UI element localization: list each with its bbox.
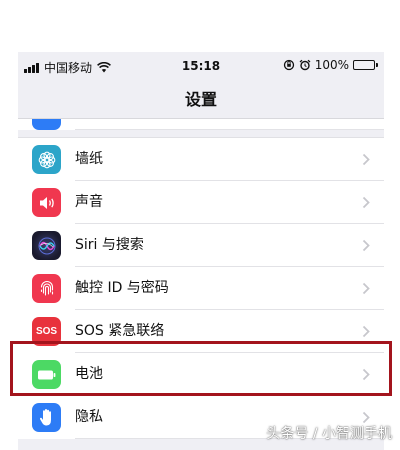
chevron-right-icon [362, 196, 370, 209]
chevron-right-icon [362, 325, 370, 338]
speaker-icon [32, 188, 61, 217]
sos-icon-text: SOS [35, 326, 58, 337]
settings-item-label: 墙纸 [75, 151, 103, 167]
flower-icon [32, 145, 61, 174]
settings-list: 墙纸 声音 Siri 与搜索 触控 ID 与密码 SOS SOS 紧急联络 电池… [18, 119, 384, 439]
phone-screen: 中国移动 15:18 100% 设置 墙纸 声音 Siri 与搜索 触控 ID … [18, 52, 384, 450]
settings-item-label: Siri 与搜索 [75, 237, 144, 253]
display-brightness-icon [32, 119, 61, 130]
list-item-partial[interactable] [18, 119, 384, 130]
status-right: 100% [283, 58, 378, 72]
group-gap [18, 130, 384, 138]
watermark: 头条号 / 小智测手机 [266, 426, 392, 442]
settings-item-siri[interactable]: Siri 与搜索 [18, 224, 384, 267]
settings-item-sounds[interactable]: 声音 [18, 181, 384, 224]
alarm-icon [299, 59, 311, 71]
battery-icon [32, 360, 61, 389]
settings-item-label: 声音 [75, 194, 103, 210]
siri-icon [32, 231, 61, 260]
fingerprint-icon [32, 274, 61, 303]
settings-item-label: 触控 ID 与密码 [75, 280, 169, 296]
status-bar: 中国移动 15:18 100% [18, 52, 384, 80]
chevron-right-icon [362, 239, 370, 252]
settings-item-sos[interactable]: SOS SOS 紧急联络 [18, 310, 384, 353]
chevron-right-icon [362, 282, 370, 295]
chevron-right-icon [362, 368, 370, 381]
settings-item-label: SOS 紧急联络 [75, 323, 165, 339]
battery-status-icon [353, 60, 378, 70]
hand-icon [32, 403, 61, 432]
settings-item-wallpaper[interactable]: 墙纸 [18, 138, 384, 181]
battery-percent: 100% [314, 58, 349, 72]
orientation-lock-icon [283, 59, 294, 71]
sos-icon: SOS [32, 317, 61, 346]
settings-item-touch-id[interactable]: 触控 ID 与密码 [18, 267, 384, 310]
page-title: 设置 [184, 90, 217, 109]
chevron-right-icon [362, 153, 370, 166]
settings-item-label: 隐私 [75, 409, 103, 425]
settings-item-label: 电池 [75, 366, 103, 382]
settings-item-battery[interactable]: 电池 [18, 353, 384, 396]
